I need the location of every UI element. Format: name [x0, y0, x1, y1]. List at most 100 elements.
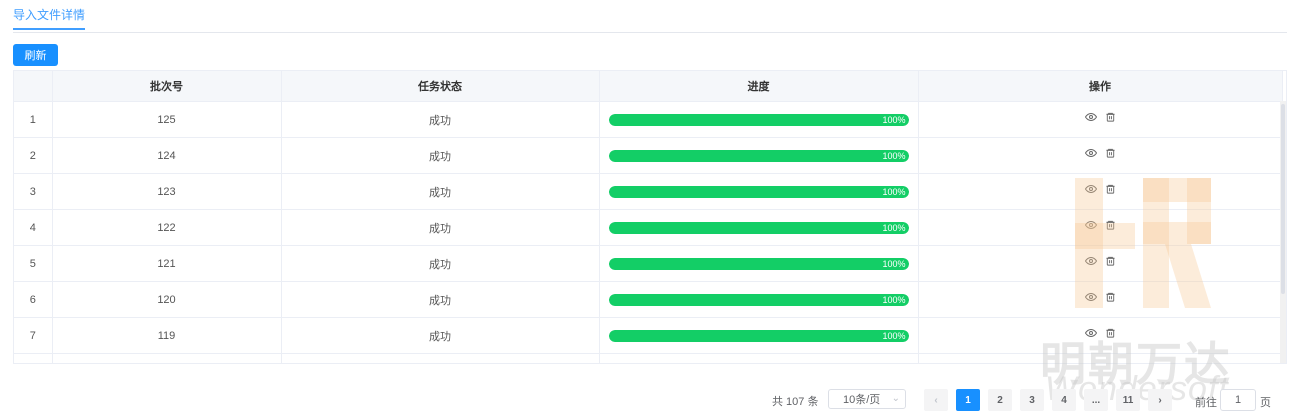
row-task-status: 成功 [281, 101, 600, 138]
chevron-left-icon: ‹ [934, 394, 938, 406]
import-detail-table: 批次号 任务状态 进度 操作 1 125 成功 100% 2 124 成功 100% 3 123 成… [13, 70, 1287, 364]
page-button-2[interactable]: 2 [988, 389, 1012, 411]
progress-bar: 100% [608, 113, 909, 126]
page-button-11[interactable]: 11 [1116, 389, 1140, 411]
row-task-status: 成功 [281, 245, 600, 282]
view-icon[interactable] [1084, 219, 1097, 231]
progress-bar-fill: 100% [608, 221, 909, 234]
row-actions-cell [918, 137, 1283, 174]
row-batch-number: 124 [52, 137, 282, 174]
delete-icon[interactable] [1105, 327, 1116, 339]
row-actions-cell [918, 281, 1283, 318]
row-actions-cell [918, 317, 1283, 354]
table-scrollbar-thumb[interactable] [1281, 104, 1285, 294]
table-row[interactable]: 1 125 成功 100% [14, 101, 1283, 138]
delete-icon[interactable] [1105, 111, 1116, 123]
row-batch-number: 120 [52, 281, 282, 318]
view-icon[interactable] [1084, 255, 1097, 267]
row-index: 5 [14, 245, 53, 282]
table-row[interactable]: 5 121 成功 100% [14, 245, 1283, 282]
progress-label: 100% [882, 114, 906, 125]
view-icon[interactable] [1084, 111, 1097, 123]
column-header-progress: 进度 [599, 71, 919, 102]
view-icon[interactable] [1084, 327, 1097, 339]
progress-bar-fill: 100% [608, 257, 909, 270]
table-scrollbar[interactable] [1280, 101, 1286, 363]
row-batch-number: 122 [52, 209, 282, 246]
row-batch-number: 123 [52, 173, 282, 210]
progress-bar: 100% [608, 185, 909, 198]
row-task-status: 成功 [281, 209, 600, 246]
row-index: 6 [14, 281, 53, 318]
row-progress-cell: 100% [599, 173, 919, 210]
row-actions-cell [918, 245, 1283, 282]
table-row[interactable]: 4 122 成功 100% [14, 209, 1283, 246]
refresh-button[interactable]: 刷新 [13, 44, 58, 66]
row-index: 2 [14, 137, 53, 174]
progress-bar-fill: 100% [608, 149, 909, 162]
row-task-status: 成功 [281, 137, 600, 174]
table-row[interactable]: 6 120 成功 100% [14, 281, 1283, 318]
page-size-value: 10条/页 [843, 394, 881, 406]
column-header-status: 任务状态 [281, 71, 600, 102]
delete-icon[interactable] [1105, 147, 1116, 159]
row-batch-number: 125 [52, 101, 282, 138]
chevron-down-icon: ⌄ [891, 393, 900, 404]
progress-label: 100% [882, 294, 906, 305]
goto-unit: 页 [1260, 397, 1271, 409]
row-batch-number: 119 [52, 317, 282, 354]
progress-bar: 100% [608, 329, 909, 342]
tab-bar: 导入文件详情 [13, 0, 1287, 33]
delete-icon[interactable] [1105, 255, 1116, 267]
delete-icon[interactable] [1105, 219, 1116, 231]
row-progress-cell: 100% [599, 137, 919, 174]
row-progress-cell: 100% [599, 317, 919, 354]
row-actions-cell [918, 209, 1283, 246]
row-task-status: 成功 [281, 173, 600, 210]
row-actions-cell [918, 173, 1283, 210]
page-button-1[interactable]: 1 [956, 389, 980, 411]
progress-bar: 100% [608, 221, 909, 234]
row-task-status: 成功 [281, 281, 600, 318]
delete-icon[interactable] [1105, 291, 1116, 303]
pagination: 共 107 条 10条/页 ⌄ ‹ 1 2 3 4 ... 11 › 前往 页 [0, 389, 1300, 411]
progress-bar: 100% [608, 149, 909, 162]
row-index: 7 [14, 317, 53, 354]
prev-page-button[interactable]: ‹ [924, 389, 948, 411]
tab-import-file-detail[interactable]: 导入文件详情 [13, 8, 86, 30]
view-icon[interactable] [1084, 183, 1097, 195]
chevron-right-icon: › [1158, 394, 1162, 406]
column-header-actions: 操作 [918, 71, 1283, 102]
progress-label: 100% [882, 150, 906, 161]
table-row[interactable]: 7 119 成功 100% [14, 317, 1283, 354]
column-header-batch: 批次号 [52, 71, 282, 102]
delete-icon[interactable] [1105, 183, 1116, 195]
column-header-index [14, 71, 53, 102]
row-progress-cell: 100% [599, 281, 919, 318]
row-index: 1 [14, 101, 53, 138]
goto-page-input[interactable] [1220, 389, 1256, 411]
view-icon[interactable] [1084, 147, 1097, 159]
page-button-4[interactable]: 4 [1052, 389, 1076, 411]
page-size-select[interactable]: 10条/页 ⌄ [828, 389, 906, 409]
progress-bar: 100% [608, 293, 909, 306]
table-header-row: 批次号 任务状态 进度 操作 [14, 71, 1283, 102]
page-ellipsis[interactable]: ... [1084, 389, 1108, 411]
progress-bar-fill: 100% [608, 113, 909, 126]
table-row[interactable]: 3 123 成功 100% [14, 173, 1283, 210]
next-page-button[interactable]: › [1148, 389, 1172, 411]
page-button-3[interactable]: 3 [1020, 389, 1044, 411]
row-batch-number: 121 [52, 245, 282, 282]
progress-label: 100% [882, 222, 906, 233]
row-actions-cell [918, 101, 1283, 138]
progress-label: 100% [882, 258, 906, 269]
row-task-status: 成功 [281, 317, 600, 354]
pagination-total: 共 107 条 [772, 396, 819, 408]
row-index: 4 [14, 209, 53, 246]
table-row[interactable]: 2 124 成功 100% [14, 137, 1283, 174]
progress-bar-fill: 100% [608, 329, 909, 342]
row-index: 3 [14, 173, 53, 210]
table-row[interactable] [14, 353, 1283, 363]
row-progress-cell: 100% [599, 245, 919, 282]
view-icon[interactable] [1084, 291, 1097, 303]
